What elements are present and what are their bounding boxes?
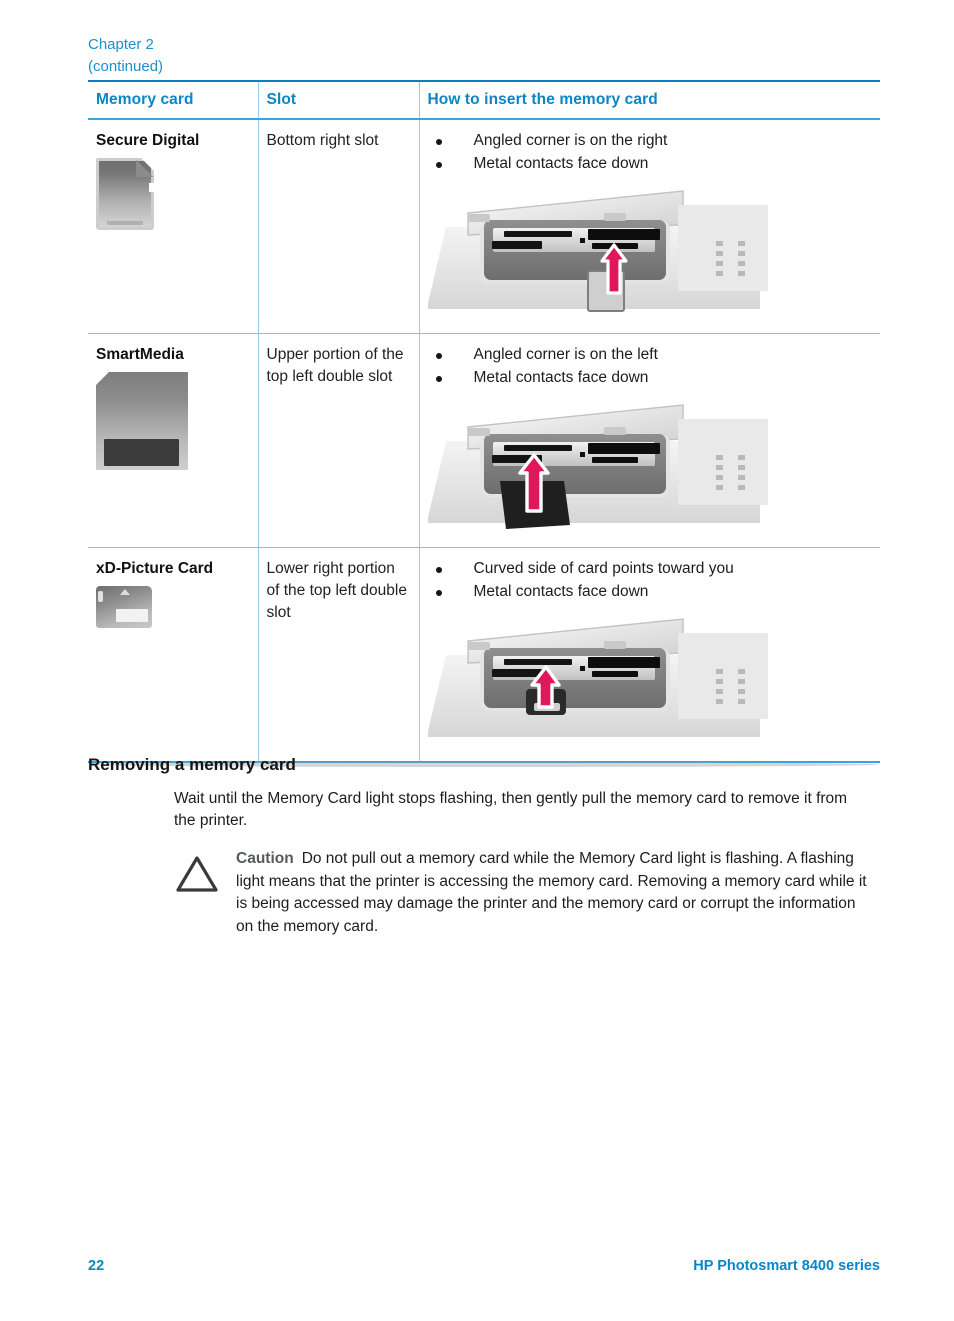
insert-instructions-list: Curved side of card points toward you Me… [428, 558, 873, 603]
cell-memory-card: Secure Digital [88, 119, 258, 334]
printer-card-slot-bottom-right-illustration [427, 183, 768, 319]
page-title: Removing a memory card [88, 755, 296, 774]
column-header-how-to-insert: How to insert the memory card [418, 80, 880, 120]
secure-digital-card-icon [96, 158, 250, 230]
table-header-row: Memory card Slot How to insert the memor… [88, 80, 880, 120]
page-number: 22 [88, 1258, 105, 1274]
slot-description: Upper portion of the top left double slo… [266, 346, 404, 385]
removing-paragraph: Wait until the Memory Card light stops f… [174, 790, 848, 829]
table-row: Secure Digital Bottom right slot Angled … [88, 119, 880, 334]
list-item: Curved side of card points toward you [428, 558, 873, 581]
warning-triangle-icon [174, 854, 220, 894]
cell-slot: Upper portion of the top left double slo… [257, 333, 419, 548]
caution-note: Caution Do not pull out a memory card whi… [174, 848, 874, 938]
smartmedia-card-icon [96, 372, 250, 470]
document-page: Chapter 2 (continued) Memory card Slot H… [0, 0, 954, 1321]
printer-card-slot-top-left-lower-illustration [427, 611, 768, 747]
printer-card-slot-top-left-upper-illustration [427, 397, 768, 533]
cell-how-to-insert: Angled corner is on the right Metal cont… [418, 119, 880, 334]
caution-text-block: Caution Do not pull out a memory card whi… [236, 848, 874, 938]
insert-instructions-list: Angled corner is on the left Metal conta… [428, 344, 873, 389]
continued-label: (continued) [88, 58, 164, 75]
insert-instructions-list: Angled corner is on the right Metal cont… [428, 130, 873, 175]
caution-body: Do not pull out a memory card while the … [236, 850, 867, 935]
list-item: Metal contacts face down [428, 367, 873, 390]
card-name-label: xD-Picture Card [96, 560, 214, 577]
table-row: xD-Picture Card Lower right portion of t… [88, 547, 880, 767]
card-name-label: Secure Digital [96, 132, 200, 149]
slot-description: Bottom right slot [266, 132, 379, 149]
list-item: Metal contacts face down [428, 153, 873, 176]
cell-slot: Bottom right slot [257, 119, 419, 334]
xd-picture-card-icon [88, 586, 880, 767]
product-name: HP Photosmart 8400 series [693, 1258, 880, 1274]
column-header-slot: Slot [257, 80, 419, 120]
cell-memory-card: xD-Picture Card [88, 547, 880, 767]
page-footer: 22 HP Photosmart 8400 series [88, 1258, 880, 1274]
card-name-label: SmartMedia [96, 346, 184, 363]
list-item: Angled corner is on the left [428, 344, 873, 367]
caution-label: Caution [236, 850, 294, 867]
memory-card-table: Memory card Slot How to insert the memor… [88, 80, 880, 767]
cell-slot: Lower right portion of the top left doub… [257, 547, 419, 763]
cell-how-to-insert: Angled corner is on the left Metal conta… [418, 333, 880, 548]
chapter-label: Chapter 2 [88, 36, 154, 53]
running-head: Chapter 2 (continued) [88, 34, 163, 78]
cell-how-to-insert: Curved side of card points toward you Me… [418, 547, 880, 763]
list-item: Angled corner is on the right [428, 130, 873, 153]
list-item: Metal contacts face down [428, 581, 873, 604]
column-header-memory-card: Memory card [88, 80, 258, 120]
table-row: SmartMedia Upper portion of the top left… [88, 333, 880, 548]
cell-memory-card: SmartMedia [88, 333, 258, 548]
slot-description: Lower right portion of the top left doub… [266, 560, 407, 621]
